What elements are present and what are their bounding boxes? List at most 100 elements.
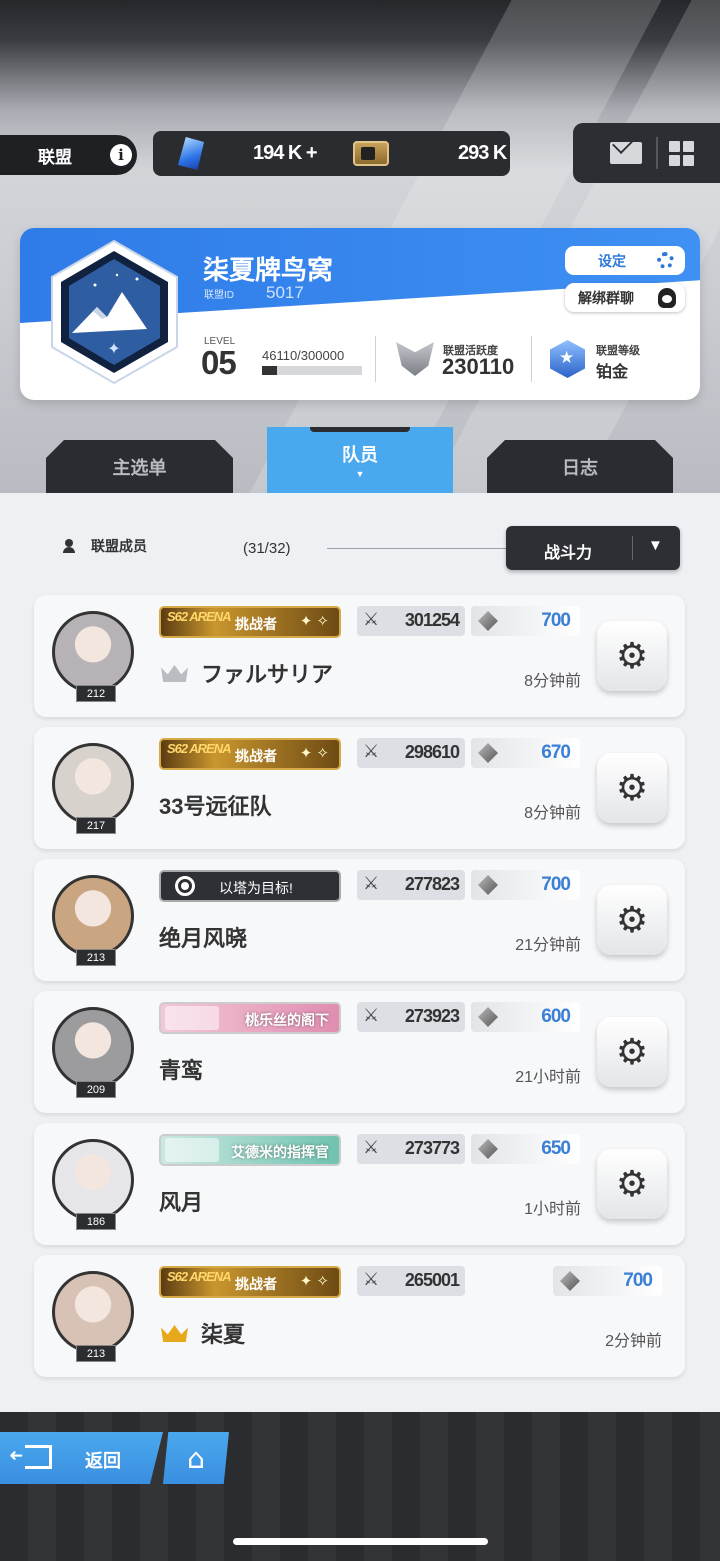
gem-icon bbox=[478, 1007, 498, 1027]
gem-icon bbox=[560, 1271, 580, 1291]
arena-tag: S62 ARENA bbox=[167, 609, 231, 624]
combat-power: ⚔ 273773 bbox=[357, 1134, 465, 1164]
title-badge: 艾德米的指挥官 bbox=[159, 1134, 341, 1166]
badge-text: 艾德米的指挥官 bbox=[231, 1144, 329, 1160]
combat-power: ⚔ 277823 bbox=[357, 870, 465, 900]
player-level: 209 bbox=[76, 1081, 116, 1098]
union-emblem: ✦ bbox=[51, 239, 178, 385]
sparkle-icon: ✦ ✧ bbox=[299, 613, 329, 630]
combat-power: ⚔ 273923 bbox=[357, 1002, 465, 1032]
tab-log[interactable]: 日志 bbox=[487, 440, 673, 493]
menu-divider bbox=[656, 137, 658, 169]
member-card[interactable]: 209 桃乐丝的阁下 ⚔ 273923 600 青鸾 21小时前 ⚙ bbox=[34, 991, 685, 1113]
crossed-swords-icon: ⚔ bbox=[363, 1005, 379, 1026]
last-online: 21分钟前 bbox=[515, 937, 581, 954]
member-card[interactable]: 213 以塔为目标! ⚔ 277823 700 绝月风晓 21分钟前 ⚙ bbox=[34, 859, 685, 981]
badge-text: 挑战者 bbox=[235, 748, 277, 764]
crown-icon bbox=[161, 1325, 188, 1342]
title-badge: 桃乐丝的阁下 bbox=[159, 1002, 341, 1034]
member-name: ファルサリア bbox=[201, 662, 334, 687]
settings-button[interactable]: 设定 bbox=[565, 246, 685, 275]
crossed-swords-icon: ⚔ bbox=[363, 1137, 379, 1158]
combat-power-value: 277823 bbox=[404, 874, 460, 894]
arena-tag: S62 ARENA bbox=[167, 1269, 231, 1284]
activity-value: 230110 bbox=[442, 354, 515, 379]
info-icon[interactable]: i bbox=[110, 144, 132, 166]
gear-icon: ⚙ bbox=[615, 1163, 649, 1205]
exp-text: 46110/300000 bbox=[262, 348, 345, 363]
member-settings-button[interactable]: ⚙ bbox=[597, 885, 667, 955]
gem-icon bbox=[478, 743, 498, 763]
crystal-amount[interactable]: 194 K + bbox=[253, 142, 318, 165]
chevron-down-icon: ▼ bbox=[648, 537, 663, 554]
union-title-label: 联盟 bbox=[38, 147, 72, 167]
back-button[interactable]: 返回 bbox=[0, 1432, 163, 1484]
member-card[interactable]: 186 艾德米的指挥官 ⚔ 273773 650 风月 1小时前 ⚙ bbox=[34, 1123, 685, 1245]
sort-dropdown[interactable]: 战斗力 ▼ bbox=[506, 526, 680, 570]
title-badge: 以塔为目标! bbox=[159, 870, 341, 902]
member-name: 柒夏 bbox=[201, 1322, 246, 1347]
grid-icon[interactable] bbox=[669, 141, 695, 167]
avatar-portrait bbox=[52, 743, 134, 825]
target-icon bbox=[175, 876, 195, 896]
exp-progress-bar bbox=[262, 366, 362, 375]
member-card[interactable]: 217 S62 ARENA 挑战者 ✦ ✧ ⚔ 298610 670 33号远征… bbox=[34, 727, 685, 849]
avatar[interactable]: 209 bbox=[44, 999, 142, 1101]
avatar[interactable]: 213 bbox=[44, 1263, 142, 1365]
member-card[interactable]: 213 S62 ARENA 挑战者 ✦ ✧ ⚔ 265001 700 柒夏 2分… bbox=[34, 1255, 685, 1377]
contribution: 670 bbox=[471, 738, 580, 768]
top-right-menu bbox=[573, 123, 720, 183]
sort-separator bbox=[632, 536, 633, 560]
gem-icon bbox=[478, 1139, 498, 1159]
home-button[interactable]: ⌂ bbox=[163, 1432, 229, 1484]
title-badge: S62 ARENA 挑战者 ✦ ✧ bbox=[159, 606, 341, 638]
unbind-chat-button[interactable]: 解绑群聊 bbox=[565, 283, 685, 312]
sort-value: 战斗力 bbox=[544, 545, 593, 562]
combat-power: ⚔ 265001 bbox=[357, 1266, 465, 1296]
rank-label: 联盟等级 bbox=[596, 345, 640, 357]
member-settings-button[interactable]: ⚙ bbox=[597, 1149, 667, 1219]
contribution: 650 bbox=[471, 1134, 580, 1164]
member-settings-button[interactable]: ⚙ bbox=[597, 621, 667, 691]
union-id-label: 联盟ID bbox=[204, 290, 234, 301]
avatar-portrait bbox=[52, 1271, 134, 1353]
tab-label: 队员 bbox=[342, 445, 378, 465]
sparkle-icon: ✦ ✧ bbox=[299, 745, 329, 762]
tab-label: 日志 bbox=[562, 457, 598, 478]
avatar-portrait bbox=[52, 875, 134, 957]
gear-icon: ⚙ bbox=[615, 1031, 649, 1073]
person-icon bbox=[63, 539, 81, 553]
badge-text: 挑战者 bbox=[235, 1276, 277, 1292]
combat-power-value: 301254 bbox=[404, 610, 460, 630]
contribution: 700 bbox=[471, 870, 580, 900]
combat-power-value: 273923 bbox=[404, 1006, 460, 1026]
contribution-value: 700 bbox=[541, 874, 571, 895]
member-settings-button[interactable]: ⚙ bbox=[597, 1017, 667, 1087]
contribution-value: 670 bbox=[541, 742, 571, 763]
last-online: 8分钟前 bbox=[524, 805, 581, 822]
combat-power-value: 273773 bbox=[404, 1138, 460, 1158]
contribution: 600 bbox=[471, 1002, 580, 1032]
avatar[interactable]: 212 bbox=[44, 603, 142, 705]
avatar[interactable]: 217 bbox=[44, 735, 142, 837]
player-level: 186 bbox=[76, 1213, 116, 1230]
svg-text:✦: ✦ bbox=[107, 339, 120, 358]
combat-power-value: 265001 bbox=[404, 1270, 460, 1290]
contribution-value: 700 bbox=[541, 610, 571, 631]
crossed-swords-icon: ⚔ bbox=[363, 609, 379, 630]
home-indicator[interactable] bbox=[233, 1538, 488, 1545]
members-divider bbox=[327, 548, 507, 549]
combat-power: ⚔ 301254 bbox=[357, 606, 465, 636]
member-card[interactable]: 212 S62 ARENA 挑战者 ✦ ✧ ⚔ 301254 700 ファルサリ… bbox=[34, 595, 685, 717]
tab-main-menu[interactable]: 主选单 bbox=[46, 440, 233, 493]
avatar[interactable]: 186 bbox=[44, 1131, 142, 1233]
player-level: 213 bbox=[76, 1345, 116, 1362]
badge-text: 桃乐丝的阁下 bbox=[245, 1012, 329, 1028]
level-value: 05 bbox=[201, 344, 237, 381]
tab-members[interactable]: 队员 ▼ bbox=[267, 427, 453, 493]
sparkle-icon: ✦ ✧ bbox=[299, 1273, 329, 1290]
last-online: 21小时前 bbox=[515, 1069, 581, 1086]
member-settings-button[interactable]: ⚙ bbox=[597, 753, 667, 823]
avatar[interactable]: 213 bbox=[44, 867, 142, 969]
mail-icon[interactable] bbox=[610, 142, 642, 164]
